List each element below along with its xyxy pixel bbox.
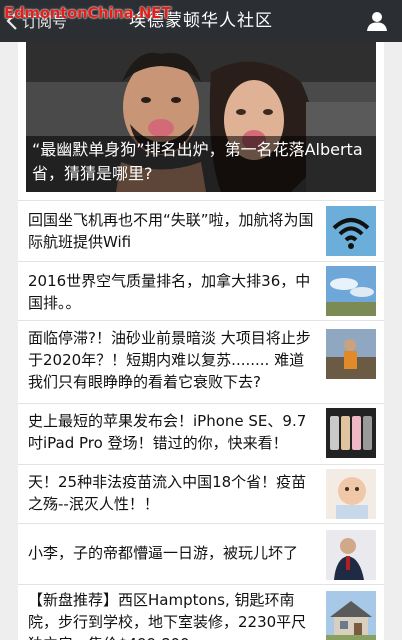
article-item[interactable]: 史上最短的苹果发布会！iPhone SE、9.7吋iPad Pro 登场！错过的… (18, 403, 384, 464)
site-watermark: EdmontonChina.NET (4, 4, 172, 22)
baby-photo (326, 469, 376, 519)
article-item[interactable]: 回国坐飞机再也不用“失联”啦，加航将为国际航班提供Wifi (18, 200, 384, 261)
article-title: 小李，子的帝都懵逼一日游，被玩儿坏了 (28, 544, 299, 562)
sky-photo (326, 266, 376, 316)
article-title: 史上最短的苹果发布会！iPhone SE、9.7吋iPad Pro 登场！错过的… (28, 412, 307, 452)
article-item[interactable]: 2016世界空气质量排名，加拿大排36，中国排。。 (18, 261, 384, 320)
right-margin (384, 42, 402, 640)
man-photo (326, 530, 376, 580)
article-list: 回国坐飞机再也不用“失联”啦，加航将为国际航班提供Wifi 2016世界空气质量… (18, 200, 384, 640)
article-feed[interactable]: “最幽默单身狗”排名出炉，第一名花落Alberta省，猜猜是哪里? 回国坐飞机再… (18, 42, 384, 640)
article-title: 天！25种非法疫苗流入中国18个省！疫苗之殇--泯灭人性！！ (28, 473, 307, 513)
article-item[interactable]: 天！25种非法疫苗流入中国18个省！疫苗之殇--泯灭人性！！ (18, 464, 384, 523)
article-title: 面临停滞?！油砂业前景暗淡 大项目将止步于2020年？！短期内难以复苏.....… (28, 329, 311, 391)
article-item[interactable]: 小李，子的帝都懵逼一日游，被玩儿坏了 (18, 523, 384, 584)
house-photo (326, 591, 376, 640)
user-icon[interactable] (366, 10, 388, 32)
left-margin (0, 42, 18, 640)
hero-caption: “最幽默单身狗”排名出炉，第一名花落Alberta省，猜猜是哪里? (32, 140, 363, 183)
article-title: 回国坐飞机再也不用“失联”啦，加航将为国际航班提供Wifi (28, 211, 314, 251)
article-item[interactable]: 【新盘推荐】西区Hamptons, 钥匙环南院，步行到学校，地下室装修，2230… (18, 584, 384, 640)
article-title: 【新盘推荐】西区Hamptons, 钥匙环南院，步行到学校，地下室装修，2230… (28, 591, 307, 640)
article-title: 2016世界空气质量排名，加拿大排36，中国排。。 (28, 272, 311, 312)
article-item[interactable]: 面临停滞?！油砂业前景暗淡 大项目将止步于2020年？！短期内难以复苏.....… (18, 320, 384, 403)
phones-photo (326, 408, 376, 458)
wifi-icon (326, 206, 376, 256)
worker-photo (326, 329, 376, 379)
hero-article[interactable]: “最幽默单身狗”排名出炉，第一名花落Alberta省，猜猜是哪里? (26, 42, 376, 192)
